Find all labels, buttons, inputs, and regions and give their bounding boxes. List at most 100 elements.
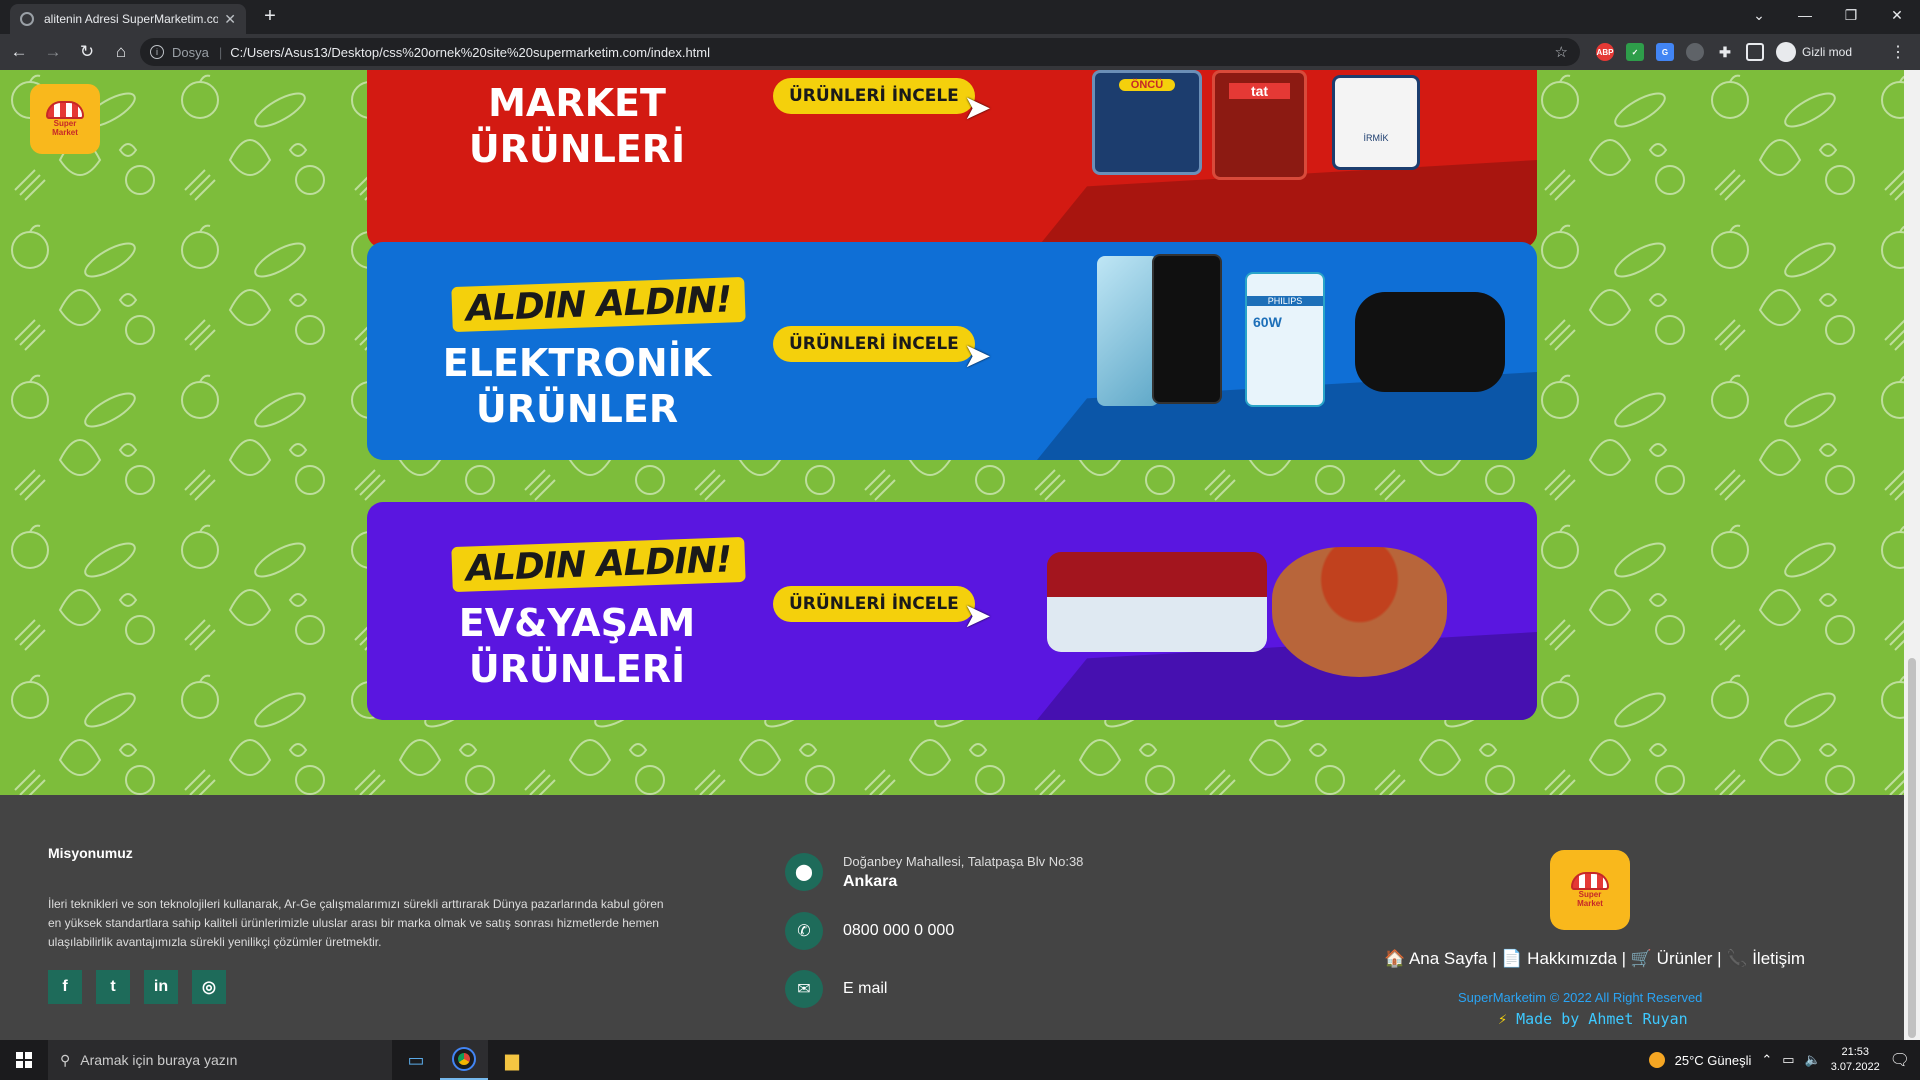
start-button[interactable] <box>0 1040 48 1080</box>
menu-icon[interactable]: ⋮ <box>1890 42 1906 62</box>
web-page: Super Market MARKET ÜRÜNLERİ ÜRÜNLERİ İNCE… <box>0 70 1904 1040</box>
translate-icon[interactable]: G <box>1656 43 1674 61</box>
home-living-banner[interactable]: ALDIN ALDIN! EV&YAŞAM ÜRÜNLERİ ÜRÜNLERİ İ… <box>367 502 1537 720</box>
system-tray: 25°C Güneşli ⌃ ▭ 🔈 21:53 3.07.2022 🗨 <box>1648 1040 1920 1080</box>
search-placeholder: Aramak için buraya yazın <box>80 1052 238 1068</box>
pointer-icon: ➤ <box>963 597 992 635</box>
address-line: Doğanbey Mahallesi, Talatpaşa Blv No:38 <box>843 853 1084 869</box>
phone-back-image <box>1097 256 1159 406</box>
urunleri-incele-button[interactable]: ÜRÜNLERİ İNCELE <box>773 78 975 114</box>
email-link[interactable]: E mail <box>843 980 887 998</box>
url-scheme-label: Dosya <box>172 44 209 60</box>
page-scrollbar[interactable] <box>1904 70 1920 1040</box>
market-products-banner[interactable]: MARKET ÜRÜNLERİ ÜRÜNLERİ İNCELE ➤ ÖNCÜ ta… <box>367 70 1537 248</box>
network-icon[interactable]: ▭ <box>1782 1052 1794 1068</box>
search-icon: ⚲ <box>60 1051 71 1068</box>
banner-title: MARKET ÜRÜNLERİ <box>468 81 686 171</box>
notification-icon[interactable]: 🗨 <box>1890 1050 1910 1070</box>
banner-title: ELEKTRONİK ÜRÜNLER <box>442 341 712 431</box>
urunleri-incele-button[interactable]: ÜRÜNLERİ İNCELE <box>773 326 975 362</box>
footer-link-home[interactable]: 🏠 Ana Sayfa <box>1384 949 1487 968</box>
restore-button[interactable]: ❐ <box>1828 0 1874 30</box>
footer-logo[interactable]: Super Market <box>1550 850 1630 930</box>
weather-text[interactable]: 25°C Güneşli <box>1675 1053 1752 1068</box>
copyright-text: SuperMarketim © 2022 All Right Reserved <box>1458 990 1703 1005</box>
address-city: Ankara <box>843 872 898 890</box>
phone-icon: ✆ <box>785 912 823 950</box>
tomato-paste-image: tat <box>1212 70 1307 180</box>
mission-text: İleri teknikleri ve son teknolojileri ku… <box>48 897 664 949</box>
profile-label: Gizli mod <box>1802 45 1853 59</box>
url-text[interactable]: C:/Users/Asus13/Desktop/css%20ornek%20si… <box>230 45 710 60</box>
bookmark-star-icon[interactable]: ☆ <box>1555 43 1568 61</box>
envelope-icon: ✉ <box>785 970 823 1008</box>
link-separator: | <box>1712 949 1727 968</box>
forward-button[interactable]: → <box>38 37 68 67</box>
banner-title: EV&YAŞAM ÜRÜNLERİ <box>458 601 696 691</box>
author-text: Made by Ahmet Ruyan <box>1516 1010 1688 1028</box>
semolina-box-image: İRMİK <box>1332 75 1420 170</box>
tab-search-button[interactable]: ⌄ <box>1736 0 1782 30</box>
glass-container-image <box>1047 552 1267 652</box>
windows-icon <box>16 1052 32 1068</box>
tab-title: alitenin Adresi SuperMarketim.co <box>44 12 219 26</box>
user-extension-icon[interactable] <box>1686 43 1704 61</box>
clay-pot-image <box>1272 547 1447 677</box>
chrome-icon[interactable] <box>440 1040 488 1080</box>
close-window-button[interactable]: ✕ <box>1874 0 1920 30</box>
windows-taskbar: ⚲ Aramak için buraya yazın ▭ ▆ 25°C Güne… <box>0 1040 1920 1080</box>
twitter-icon[interactable]: t <box>96 970 130 1004</box>
pointer-icon: ➤ <box>963 89 992 127</box>
lightning-icon: ⚡ <box>1498 1010 1508 1028</box>
urunleri-incele-button[interactable]: ÜRÜNLERİ İNCELE <box>773 586 975 622</box>
footer-link-about[interactable]: 📄 Hakkımızda <box>1501 949 1617 968</box>
adblock-icon[interactable]: ABP <box>1596 43 1614 61</box>
author-credit: ⚡ Made by Ahmet Ruyan <box>1498 1010 1688 1028</box>
earbuds-case-image <box>1355 292 1505 392</box>
puzzle-icon[interactable]: ✚ <box>1716 43 1734 61</box>
home-button[interactable]: ⌂ <box>106 37 136 67</box>
philips-bulb-box-image: PHILIPS 60W <box>1245 272 1325 407</box>
profile-button[interactable]: Gizli mod <box>1776 42 1852 62</box>
awning-icon <box>1571 872 1609 890</box>
phone-number[interactable]: 0800 000 0 000 <box>843 922 954 940</box>
mission-title: Misyonumuz <box>48 845 133 861</box>
footer-nav: 🏠 Ana Sayfa | 📄 Hakkımızda | 🛒 Ürünler |… <box>1384 949 1805 969</box>
link-separator: | <box>1487 949 1502 968</box>
url-separator: | <box>218 44 223 60</box>
instagram-icon[interactable]: ◎ <box>192 970 226 1004</box>
clock[interactable]: 21:53 3.07.2022 <box>1831 1045 1880 1075</box>
tray-chevron-icon[interactable]: ⌃ <box>1761 1052 1772 1068</box>
footer-link-products[interactable]: 🛒 Ürünler <box>1631 949 1713 968</box>
link-separator: | <box>1616 949 1631 968</box>
site-logo[interactable]: Super Market <box>30 84 100 154</box>
linkedin-icon[interactable]: in <box>144 970 178 1004</box>
scrollbar-thumb[interactable] <box>1908 658 1916 1038</box>
reload-button[interactable]: ↻ <box>72 37 102 67</box>
aldin-aldin-badge: ALDIN ALDIN! <box>451 536 747 593</box>
back-button[interactable]: ← <box>4 37 34 67</box>
shield-icon[interactable]: ✓ <box>1626 43 1644 61</box>
taskbar-search[interactable]: ⚲ Aramak için buraya yazın <box>48 1040 392 1080</box>
email-contact: ✉ E mail <box>785 970 887 1008</box>
extensions-area: ABP ✓ G ✚ Gizli mod <box>1596 42 1852 62</box>
browser-toolbar: ← → ↻ ⌂ i Dosya | C:/Users/Asus13/Deskto… <box>0 34 1920 70</box>
volume-icon[interactable]: 🔈 <box>1805 1052 1821 1068</box>
awning-icon <box>46 101 84 119</box>
browser-tab[interactable]: alitenin Adresi SuperMarketim.co ✕ <box>10 4 246 34</box>
clock-time: 21:53 <box>1841 1046 1869 1058</box>
side-panel-icon[interactable] <box>1746 43 1764 61</box>
electronics-banner[interactable]: ALDIN ALDIN! ELEKTRONİK ÜRÜNLER ÜRÜNLERİ … <box>367 242 1537 460</box>
minimize-button[interactable]: — <box>1782 0 1828 30</box>
file-explorer-icon[interactable]: ▆ <box>488 1040 536 1080</box>
footer-link-contact[interactable]: 📞 İletişim <box>1726 949 1805 968</box>
logo-text: Super Market <box>1577 890 1603 908</box>
close-tab-icon[interactable]: ✕ <box>224 11 236 28</box>
facebook-icon[interactable]: f <box>48 970 82 1004</box>
tab-strip: alitenin Adresi SuperMarketim.co ✕ + ⌄ —… <box>0 0 1920 34</box>
phone-contact: ✆ 0800 000 0 000 <box>785 912 954 950</box>
new-tab-button[interactable]: + <box>258 5 282 28</box>
info-icon[interactable]: i <box>150 45 164 59</box>
desktop-app-icon[interactable]: ▭ <box>392 1040 440 1080</box>
address-bar[interactable]: i Dosya | C:/Users/Asus13/Desktop/css%20… <box>140 38 1580 66</box>
